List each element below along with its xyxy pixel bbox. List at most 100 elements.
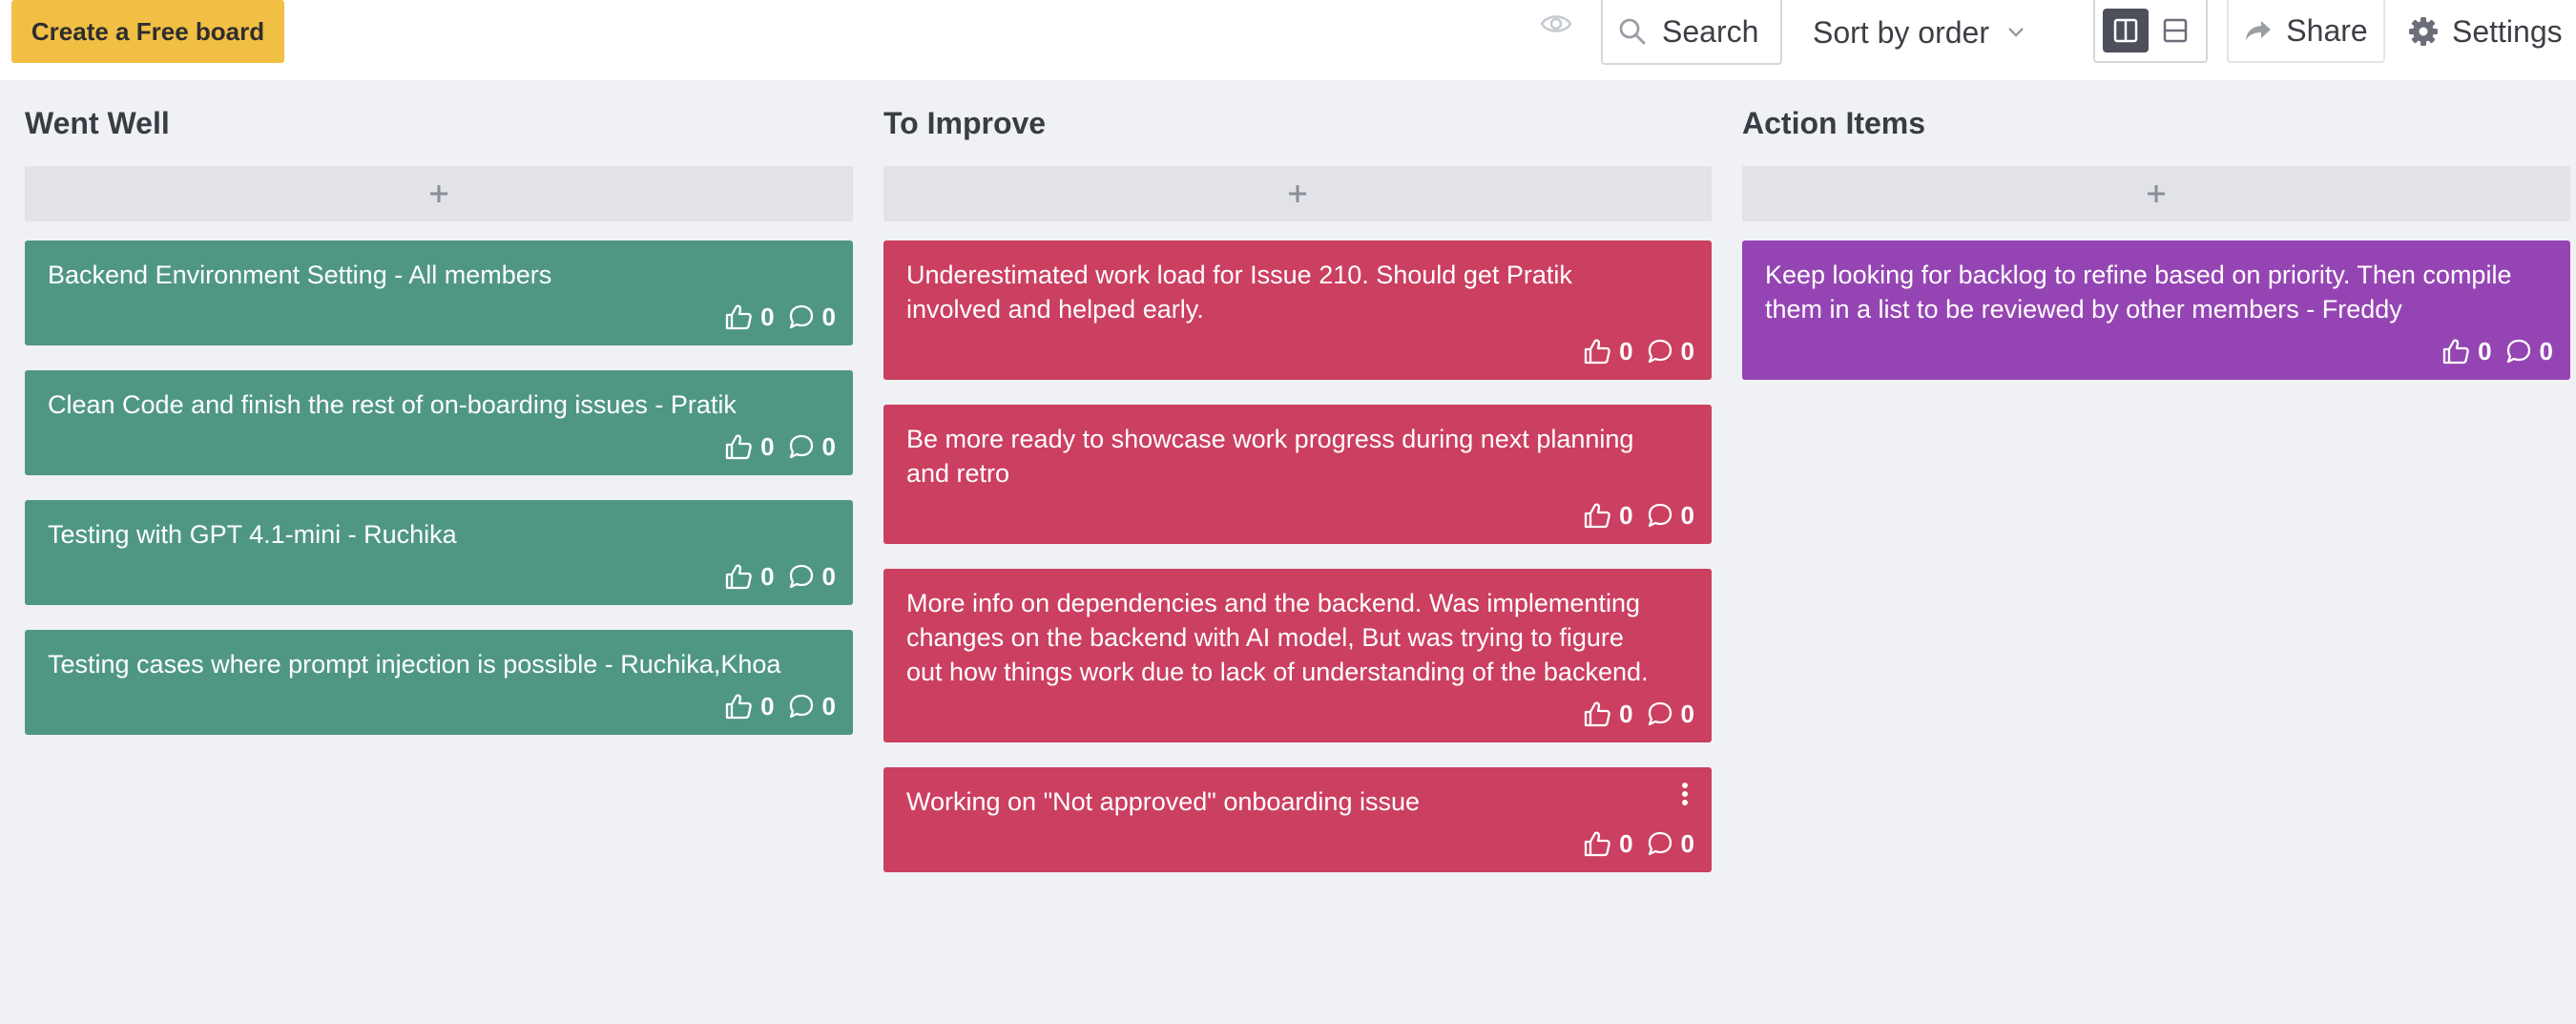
like-button[interactable]: 0 — [724, 559, 775, 594]
like-button[interactable]: 0 — [1583, 334, 1633, 368]
comment-count: 0 — [1680, 337, 1694, 366]
rows-layout-button[interactable] — [2152, 9, 2198, 52]
card[interactable]: Keep looking for backlog to refine based… — [1742, 240, 2570, 380]
add-card-button[interactable] — [883, 166, 1712, 221]
comment-icon — [789, 434, 813, 459]
add-card-button[interactable] — [1742, 166, 2570, 221]
sort-label: Sort by order — [1813, 14, 1989, 50]
comment-icon — [1648, 701, 1672, 726]
card-footer: 0 0 — [1765, 334, 2553, 368]
card[interactable]: Working on "Not approved" onboarding iss… — [883, 767, 1712, 872]
top-bar: Create a Free board Search Sort by order — [0, 0, 2576, 80]
plus-icon — [1289, 185, 1306, 202]
card-footer: 0 0 — [48, 300, 836, 334]
card-footer: 0 0 — [906, 826, 1694, 861]
card[interactable]: Clean Code and finish the rest of on-boa… — [25, 370, 853, 475]
card[interactable]: Testing cases where prompt injection is … — [25, 630, 853, 735]
comment-icon — [1648, 503, 1672, 528]
column-to-improve: To Improve Underestimated work load for … — [883, 80, 1712, 897]
card[interactable]: Underestimated work load for Issue 210. … — [883, 240, 1712, 380]
like-button[interactable]: 0 — [724, 689, 775, 723]
comment-button[interactable]: 0 — [788, 429, 836, 464]
comment-count: 0 — [821, 562, 836, 591]
comment-count: 0 — [2539, 337, 2553, 366]
card[interactable]: Testing with GPT 4.1-mini - Ruchika 0 0 — [25, 500, 853, 605]
search-input[interactable]: Search — [1601, 0, 1782, 65]
like-count: 0 — [1619, 501, 1633, 530]
thumbs-up-icon — [725, 694, 752, 720]
like-button[interactable]: 0 — [724, 300, 775, 334]
column-title: Action Items — [1742, 105, 1926, 140]
card-footer: 0 0 — [906, 498, 1694, 533]
card-text: Working on "Not approved" onboarding iss… — [906, 787, 1420, 816]
card-text: Underestimated work load for Issue 210. … — [906, 261, 1572, 324]
create-free-board-button[interactable]: Create a Free board — [11, 0, 284, 63]
comment-button[interactable]: 0 — [1647, 498, 1694, 533]
thumbs-up-icon — [1584, 503, 1610, 529]
eye-icon[interactable] — [1540, 11, 1572, 36]
comment-count: 0 — [821, 432, 836, 461]
comment-icon — [789, 304, 813, 329]
card[interactable]: Be more ready to showcase work progress … — [883, 405, 1712, 544]
more-options-icon[interactable] — [1675, 781, 1694, 809]
card[interactable]: More info on dependencies and the backen… — [883, 569, 1712, 742]
comment-count: 0 — [1680, 829, 1694, 858]
column-title: Went Well — [25, 105, 170, 140]
like-button[interactable]: 0 — [1583, 498, 1633, 533]
like-button[interactable]: 0 — [1583, 826, 1633, 861]
comment-button[interactable]: 0 — [2505, 334, 2553, 368]
search-label: Search — [1662, 13, 1759, 49]
like-button[interactable]: 0 — [724, 429, 775, 464]
settings-button[interactable]: Settings — [2408, 0, 2563, 63]
comment-button[interactable]: 0 — [788, 300, 836, 334]
like-count: 0 — [2478, 337, 2492, 366]
columns-layout-button[interactable] — [2103, 9, 2149, 52]
card-footer: 0 0 — [48, 559, 836, 594]
like-button[interactable]: 0 — [2441, 334, 2492, 368]
comment-button[interactable]: 0 — [788, 689, 836, 723]
card-text: More info on dependencies and the backen… — [906, 589, 1649, 686]
thumbs-up-icon — [725, 304, 752, 330]
card-footer: 0 0 — [906, 334, 1694, 368]
column-action-items: Action Items Keep looking for backlog to… — [1742, 80, 2570, 405]
share-button[interactable]: Share — [2227, 0, 2385, 63]
search-icon — [1619, 18, 1646, 45]
card-footer: 0 0 — [906, 697, 1694, 731]
like-count: 0 — [1619, 829, 1633, 858]
sort-select[interactable]: Sort by order — [1813, 0, 2042, 65]
comment-count: 0 — [1680, 700, 1694, 728]
comment-count: 0 — [821, 692, 836, 721]
like-count: 0 — [760, 303, 775, 331]
card-text: Testing with GPT 4.1-mini - Ruchika — [48, 520, 457, 549]
gear-icon — [2409, 17, 2438, 46]
plus-icon — [430, 185, 447, 202]
column-title: To Improve — [883, 105, 1047, 140]
like-count: 0 — [760, 692, 775, 721]
comment-icon — [1648, 339, 1672, 364]
like-count: 0 — [1619, 700, 1633, 728]
card-footer: 0 0 — [48, 689, 836, 723]
comment-count: 0 — [1680, 501, 1694, 530]
comment-button[interactable]: 0 — [1647, 334, 1694, 368]
comment-icon — [1648, 831, 1672, 856]
thumbs-up-icon — [725, 564, 752, 590]
layout-toggle — [2093, 0, 2208, 63]
card-footer: 0 0 — [48, 429, 836, 464]
like-button[interactable]: 0 — [1583, 697, 1633, 731]
card[interactable]: Backend Environment Setting - All member… — [25, 240, 853, 345]
plus-icon — [2148, 185, 2165, 202]
chevron-down-icon — [2008, 28, 2024, 37]
thumbs-up-icon — [1584, 339, 1610, 365]
share-icon — [2246, 21, 2272, 40]
thumbs-up-icon — [1584, 831, 1610, 857]
settings-label: Settings — [2452, 13, 2563, 49]
comment-button[interactable]: 0 — [1647, 826, 1694, 861]
like-count: 0 — [1619, 337, 1633, 366]
comment-icon — [2506, 339, 2530, 364]
comment-button[interactable]: 0 — [788, 559, 836, 594]
comment-icon — [789, 564, 813, 589]
like-count: 0 — [760, 562, 775, 591]
add-card-button[interactable] — [25, 166, 853, 221]
comment-button[interactable]: 0 — [1647, 697, 1694, 731]
like-count: 0 — [760, 432, 775, 461]
